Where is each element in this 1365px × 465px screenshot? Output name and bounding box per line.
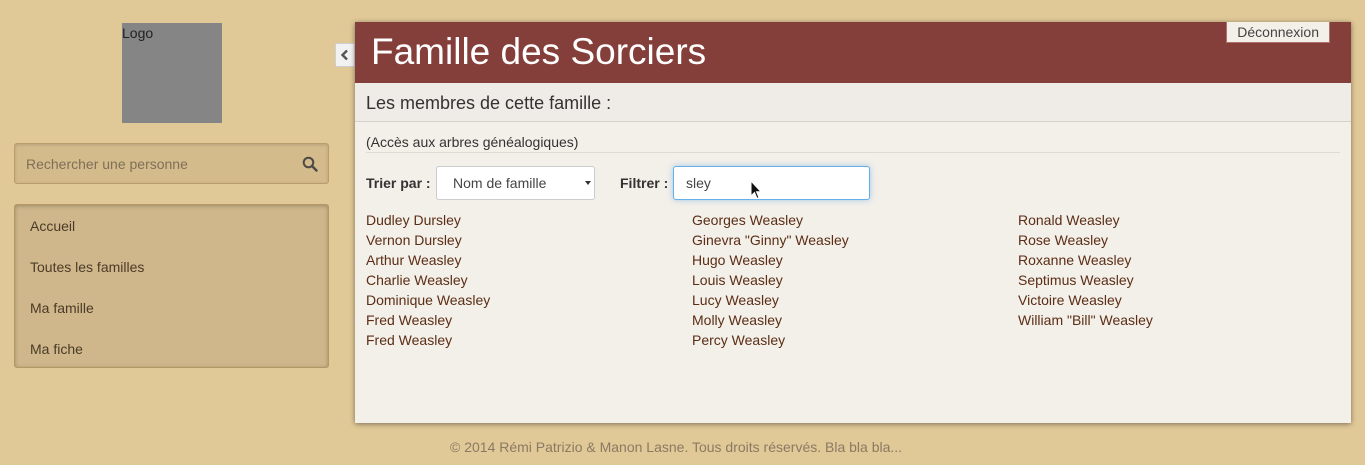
- member-link[interactable]: William "Bill" Weasley: [1018, 310, 1344, 330]
- member-link[interactable]: Arthur Weasley: [366, 250, 692, 270]
- members-column: Georges Weasley Ginevra "Ginny" Weasley …: [692, 210, 1018, 350]
- caret-down-icon: [585, 181, 591, 185]
- member-link[interactable]: Ginevra "Ginny" Weasley: [692, 230, 1018, 250]
- logo-label: Logo: [122, 25, 154, 41]
- main-panel: Famille des Sorciers Déconnexion Les mem…: [355, 22, 1351, 423]
- members-subtitle: Les membres de cette famille :: [355, 83, 1351, 122]
- member-link[interactable]: Victoire Weasley: [1018, 290, 1344, 310]
- member-link[interactable]: Hugo Weasley: [692, 250, 1018, 270]
- member-link[interactable]: Percy Weasley: [692, 330, 1018, 350]
- members-list: Dudley Dursley Vernon Dursley Arthur Wea…: [366, 210, 1346, 350]
- member-link[interactable]: Georges Weasley: [692, 210, 1018, 230]
- sidebar-item-ma-fiche[interactable]: Ma fiche: [15, 330, 328, 371]
- sort-select[interactable]: Nom de famille: [436, 166, 595, 200]
- sidebar-item-toutes-les-familles[interactable]: Toutes les familles: [15, 248, 328, 289]
- member-link[interactable]: Ronald Weasley: [1018, 210, 1344, 230]
- mouse-pointer-icon: [750, 180, 762, 200]
- member-link[interactable]: Charlie Weasley: [366, 270, 692, 290]
- member-link[interactable]: Dudley Dursley: [366, 210, 692, 230]
- chevron-left-icon: [340, 49, 348, 61]
- sidebar-item-accueil[interactable]: Accueil: [15, 207, 328, 248]
- filter-input[interactable]: [673, 166, 870, 200]
- sort-select-value: Nom de famille: [453, 175, 547, 191]
- sidebar-item-ma-famille[interactable]: Ma famille: [15, 289, 328, 330]
- family-tree-access: (Accès aux arbres généalogiques): [366, 134, 1340, 153]
- members-column: Ronald Weasley Rose Weasley Roxanne Weas…: [1018, 210, 1344, 350]
- search-input[interactable]: [15, 144, 328, 183]
- member-link[interactable]: Vernon Dursley: [366, 230, 692, 250]
- sort-label: Trier par :: [366, 175, 431, 191]
- page-title: Famille des Sorciers: [371, 31, 707, 72]
- logo: Logo: [122, 23, 222, 123]
- member-link[interactable]: Louis Weasley: [692, 270, 1018, 290]
- member-link[interactable]: Roxanne Weasley: [1018, 250, 1344, 270]
- members-column: Dudley Dursley Vernon Dursley Arthur Wea…: [366, 210, 692, 350]
- logout-button[interactable]: Déconnexion: [1226, 22, 1330, 43]
- member-link[interactable]: Septimus Weasley: [1018, 270, 1344, 290]
- member-link[interactable]: Rose Weasley: [1018, 230, 1344, 250]
- footer-copyright: © 2014 Rémi Patrizio & Manon Lasne. Tous…: [450, 439, 903, 455]
- member-link[interactable]: Molly Weasley: [692, 310, 1018, 330]
- sidebar-collapse-button[interactable]: [335, 43, 355, 67]
- member-link[interactable]: Lucy Weasley: [692, 290, 1018, 310]
- search-icon[interactable]: [302, 156, 318, 172]
- sidebar-nav: Accueil Toutes les familles Ma famille M…: [14, 204, 329, 368]
- filter-label: Filtrer :: [620, 175, 669, 191]
- search-box[interactable]: [14, 143, 329, 184]
- member-link[interactable]: Fred Weasley: [366, 310, 692, 330]
- member-link[interactable]: Dominique Weasley: [366, 290, 692, 310]
- member-link[interactable]: Fred Weasley: [366, 330, 692, 350]
- list-controls: Trier par : Nom de famille Filtrer :: [366, 166, 966, 200]
- panel-header: Famille des Sorciers Déconnexion: [355, 22, 1351, 83]
